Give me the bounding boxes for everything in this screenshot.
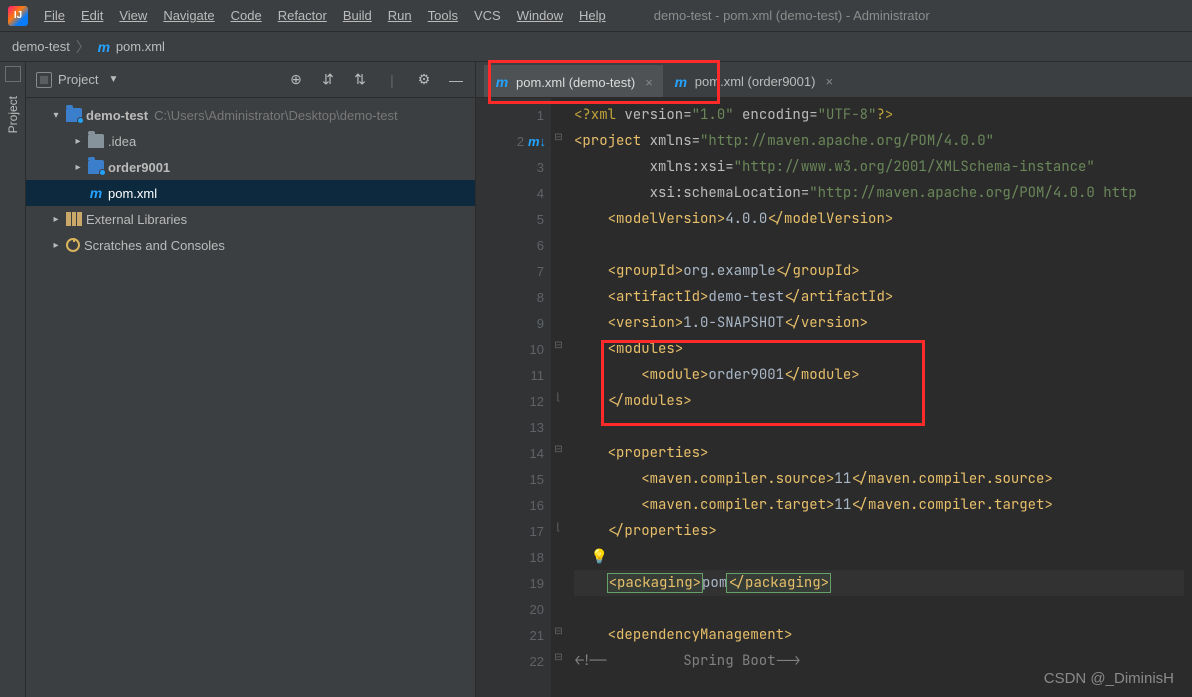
- menu-build[interactable]: Build: [335, 0, 380, 31]
- breadcrumb-item-project[interactable]: demo-test: [12, 39, 70, 54]
- chevron-down-icon[interactable]: ▼: [108, 74, 118, 85]
- menu-view[interactable]: View: [111, 0, 155, 31]
- window-title: demo-test - pom.xml (demo-test) - Admini…: [654, 8, 930, 23]
- fold-toggle-icon[interactable]: ⊟: [554, 626, 562, 637]
- scratches-icon: [66, 238, 80, 252]
- menu-navigate[interactable]: Navigate: [155, 0, 222, 31]
- code-editor[interactable]: <?xml version="1.0" encoding="UTF-8"?> <…: [566, 98, 1192, 697]
- bulb-icon[interactable]: 💡: [591, 548, 608, 566]
- fold-end-icon[interactable]: ⌊: [557, 522, 561, 533]
- expand-icon[interactable]: ▸: [72, 162, 84, 173]
- folder-icon: [88, 134, 104, 148]
- expand-icon[interactable]: ▸: [72, 136, 84, 147]
- fold-toggle-icon[interactable]: ⊟: [554, 652, 562, 663]
- fold-end-icon[interactable]: ⌊: [557, 392, 561, 403]
- menu-run[interactable]: Run: [380, 0, 420, 31]
- expand-icon[interactable]: ▸: [50, 240, 62, 251]
- fold-toggle-icon[interactable]: ⊟: [554, 132, 562, 143]
- project-panel-header: Project ▼ ⊕ ⇵ ⇅ | ⚙ —: [26, 62, 475, 98]
- hide-icon[interactable]: —: [447, 71, 465, 89]
- menu-window[interactable]: Window: [509, 0, 571, 31]
- project-tree[interactable]: ▾ demo-test C:\Users\Administrator\Deskt…: [26, 98, 475, 697]
- module-folder-icon: [88, 160, 104, 174]
- expand-all-icon[interactable]: ⇵: [319, 71, 337, 89]
- menu-refactor[interactable]: Refactor: [270, 0, 335, 31]
- breadcrumb: demo-test 〉 m pom.xml: [0, 32, 1192, 62]
- libraries-icon: [66, 212, 82, 226]
- editor-tabs: m pom.xml (demo-test) × m pom.xml (order…: [476, 62, 1192, 98]
- expand-icon[interactable]: ▾: [50, 110, 62, 121]
- editor-gutter[interactable]: 1 2m↓ 3 4 5 6 7 8 9 10 11 12 13 14 15 16…: [476, 98, 550, 697]
- project-tool-tab[interactable]: Project: [4, 88, 22, 141]
- tree-node-pom[interactable]: m pom.xml: [26, 180, 475, 206]
- menu-bar: IJ File Edit View Navigate Code Refactor…: [0, 0, 1192, 32]
- maven-icon: m: [96, 39, 112, 55]
- expand-icon[interactable]: ▸: [50, 214, 62, 225]
- stripe-icon[interactable]: [5, 66, 21, 82]
- collapse-all-icon[interactable]: ⇅: [351, 71, 369, 89]
- breadcrumb-separator: 〉: [76, 37, 90, 57]
- project-panel-title[interactable]: Project: [58, 72, 98, 87]
- editor-body: 1 2m↓ 3 4 5 6 7 8 9 10 11 12 13 14 15 16…: [476, 98, 1192, 697]
- fold-toggle-icon[interactable]: ⊟: [554, 444, 562, 455]
- breadcrumb-item-file[interactable]: m pom.xml: [96, 39, 165, 55]
- tree-node-scratches[interactable]: ▸ Scratches and Consoles: [26, 232, 475, 258]
- menu-code[interactable]: Code: [223, 0, 270, 31]
- fold-toggle-icon[interactable]: ⊟: [554, 340, 562, 351]
- project-panel: Project ▼ ⊕ ⇵ ⇅ | ⚙ — ▾ demo-test C:\Use…: [26, 62, 476, 697]
- tree-node-idea[interactable]: ▸ .idea: [26, 128, 475, 154]
- tool-window-stripe-left: Project: [0, 62, 26, 697]
- fold-column[interactable]: ⊟ ⊟ ⌊ ⊟ ⌊ ⊟ ⊟: [550, 98, 566, 697]
- maven-icon: m: [673, 74, 689, 90]
- close-icon[interactable]: ×: [645, 75, 653, 90]
- project-view-icon: [36, 72, 52, 88]
- editor-area: m pom.xml (demo-test) × m pom.xml (order…: [476, 62, 1192, 697]
- tab-pom-order9001[interactable]: m pom.xml (order9001) ×: [663, 65, 843, 97]
- tree-node-external-libraries[interactable]: ▸ External Libraries: [26, 206, 475, 232]
- divider: |: [383, 71, 401, 89]
- menu-file[interactable]: File: [36, 0, 73, 31]
- locate-icon[interactable]: ⊕: [287, 71, 305, 89]
- menu-tools[interactable]: Tools: [420, 0, 466, 31]
- module-folder-icon: [66, 108, 82, 122]
- tab-pom-demo-test[interactable]: m pom.xml (demo-test) ×: [484, 65, 663, 97]
- maven-icon: m: [88, 185, 104, 201]
- maven-icon: m: [494, 74, 510, 90]
- maven-gutter-icon[interactable]: m↓: [530, 134, 544, 149]
- menu-help[interactable]: Help: [571, 0, 614, 31]
- gear-icon[interactable]: ⚙: [415, 71, 433, 89]
- app-icon: IJ: [8, 6, 28, 26]
- menu-edit[interactable]: Edit: [73, 0, 111, 31]
- menu-vcs[interactable]: VCS: [466, 0, 509, 31]
- tree-node-root[interactable]: ▾ demo-test C:\Users\Administrator\Deskt…: [26, 102, 475, 128]
- watermark: CSDN @_DiminisH: [1044, 670, 1174, 687]
- tree-node-order9001[interactable]: ▸ order9001: [26, 154, 475, 180]
- close-icon[interactable]: ×: [825, 74, 833, 89]
